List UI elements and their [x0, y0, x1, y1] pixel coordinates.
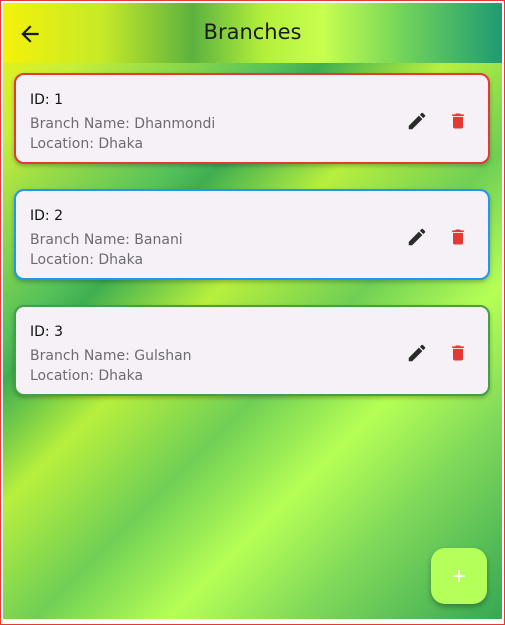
page-title: Branches: [203, 20, 302, 44]
branch-name: Branch Name: Gulshan: [30, 348, 192, 364]
branch-name: Branch Name: Banani: [30, 232, 183, 248]
pencil-icon: [408, 112, 426, 130]
delete-button[interactable]: [448, 342, 468, 364]
edit-button[interactable]: [406, 110, 428, 132]
branch-location: Location: Dhaka: [30, 252, 144, 268]
branch-card: ID: 3 Branch Name: Gulshan Location: Dha…: [14, 305, 490, 396]
trash-icon: [452, 229, 464, 245]
trash-icon: [452, 345, 464, 361]
window-frame: Branches ID: 1 Branch Name: Dhanmondi Lo…: [0, 0, 505, 625]
add-branch-button[interactable]: [431, 548, 487, 604]
edit-button[interactable]: [406, 342, 428, 364]
pencil-icon: [408, 228, 426, 246]
pencil-icon: [408, 344, 426, 362]
delete-button[interactable]: [448, 226, 468, 248]
app-screen: Branches ID: 1 Branch Name: Dhanmondi Lo…: [3, 3, 502, 619]
plus-icon: [453, 570, 465, 582]
edit-button[interactable]: [406, 226, 428, 248]
branch-card: ID: 2 Branch Name: Banani Location: Dhak…: [14, 189, 490, 280]
branch-location: Location: Dhaka: [30, 136, 144, 152]
branch-id: ID: 2: [30, 208, 63, 224]
delete-button[interactable]: [448, 110, 468, 132]
branch-name: Branch Name: Dhanmondi: [30, 116, 216, 132]
branch-id: ID: 1: [30, 92, 63, 108]
branch-location: Location: Dhaka: [30, 368, 144, 384]
branch-card: ID: 1 Branch Name: Dhanmondi Location: D…: [14, 73, 490, 164]
app-bar: Branches: [3, 3, 502, 63]
branch-id: ID: 3: [30, 324, 63, 340]
trash-icon: [452, 113, 464, 129]
